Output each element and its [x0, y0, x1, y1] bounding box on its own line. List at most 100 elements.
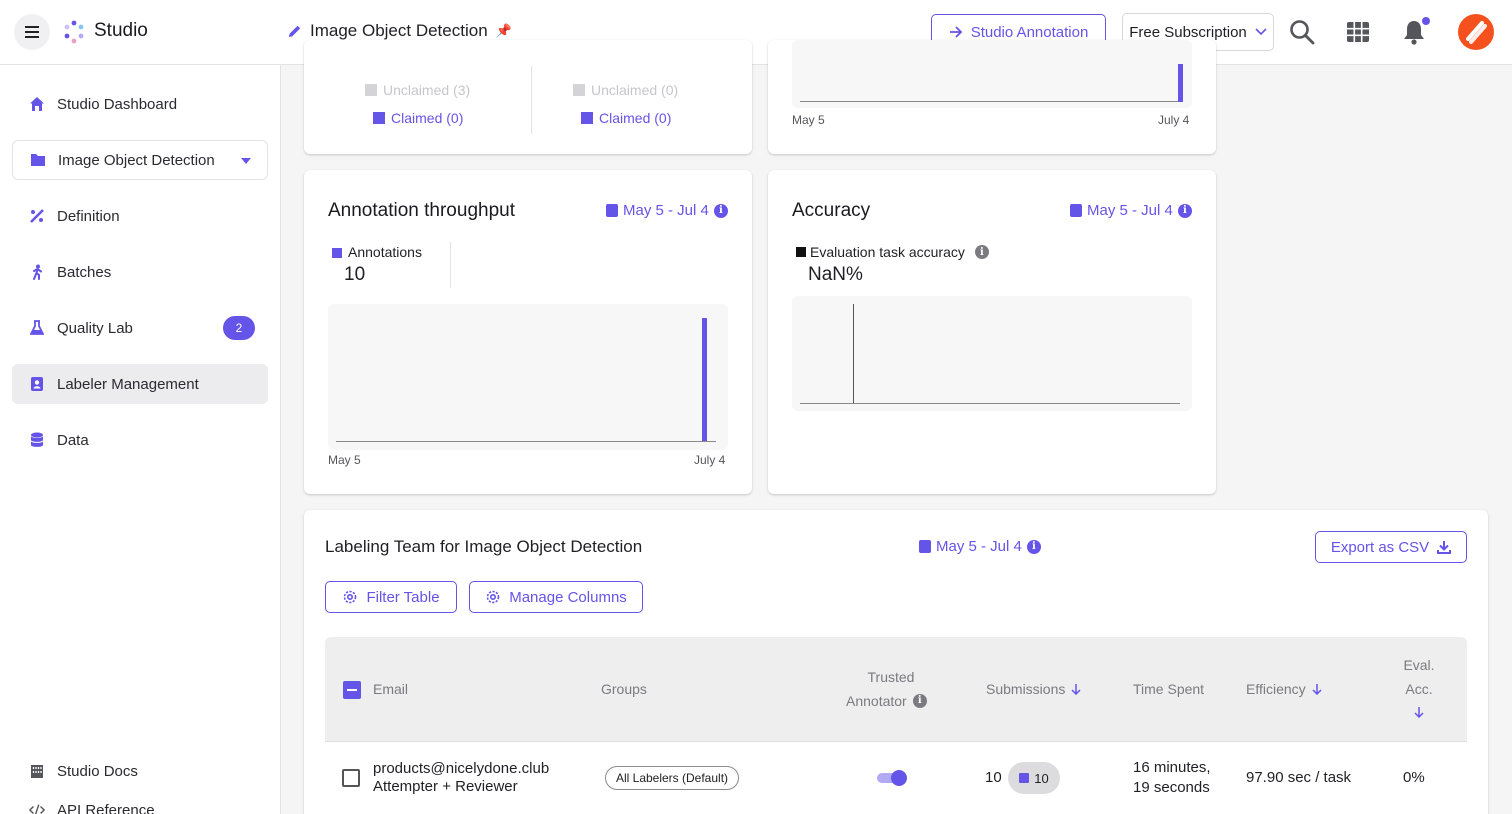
pencil-icon — [289, 25, 301, 37]
user-avatar[interactable] — [1458, 14, 1494, 50]
sidebar-item-label: Image Object Detection — [58, 151, 215, 169]
eval-header-line-2: Acc. — [1405, 681, 1433, 697]
filter-table-label: Filter Table — [366, 588, 440, 606]
sort-down-icon — [1071, 684, 1081, 695]
trusted-header-text: Annotator — [846, 693, 907, 709]
sidebar-item-labeler-management[interactable]: Labeler Management — [12, 364, 268, 404]
column-header-eval-acc[interactable]: Eval. Acc. — [1400, 653, 1438, 718]
apps-grid-icon[interactable] — [1344, 18, 1372, 46]
date-range-chip[interactable]: May 5 - Jul 4 i — [1070, 202, 1192, 219]
column-header-email[interactable]: Email — [373, 677, 408, 701]
quality-lab-count-badge: 2 — [223, 316, 255, 340]
notification-dot — [1422, 17, 1430, 25]
info-icon[interactable]: i — [1026, 539, 1041, 554]
info-icon[interactable]: i — [1177, 203, 1192, 218]
x-axis-line — [800, 101, 1180, 102]
app-name: Studio — [94, 20, 148, 41]
sidebar-item-studio-dashboard[interactable]: Studio Dashboard — [12, 84, 268, 124]
project-title[interactable]: Image Object Detection 📌 — [288, 21, 512, 41]
submissions-pill-value: 10 — [1034, 770, 1049, 786]
pin-icon[interactable]: 📌 — [496, 23, 512, 39]
chevron-down-icon — [1255, 28, 1267, 36]
x-axis-end-label: July 4 — [1158, 113, 1190, 127]
sidebar-item-data[interactable]: Data — [12, 420, 268, 460]
manage-columns-label: Manage Columns — [509, 588, 627, 606]
sidebar-item-api-reference[interactable]: API Reference — [12, 790, 268, 814]
gear-icon — [486, 590, 500, 604]
annotations-legend: Annotations — [332, 244, 422, 260]
claimed-label: Claimed (0) — [599, 110, 672, 126]
sidebar-item-quality-lab[interactable]: Quality Lab 2 — [12, 308, 268, 348]
unclaimed-label: Unclaimed (0) — [591, 82, 679, 98]
team-date-range-chip[interactable]: May 5 - Jul 4 i — [919, 538, 1041, 555]
menu-icon — [25, 31, 39, 33]
home-icon — [29, 96, 45, 112]
subscription-label: Free Subscription — [1129, 23, 1247, 41]
info-icon[interactable]: i — [912, 694, 927, 708]
gear-icon — [344, 590, 357, 604]
x-axis-line — [800, 403, 1180, 404]
studio-logo-icon — [64, 20, 84, 44]
sidebar-item-studio-docs[interactable]: Studio Docs — [12, 751, 268, 791]
labeler-role: Attempter + Reviewer — [373, 778, 518, 795]
efficiency-value: 97.90 sec / task — [1246, 769, 1352, 786]
eval-header-line-1: Eval. — [1403, 657, 1435, 673]
column-header-efficiency[interactable]: Efficiency — [1246, 677, 1322, 701]
accuracy-value: NaN% — [808, 264, 863, 285]
chart-bar — [1178, 64, 1183, 102]
date-range-chip[interactable]: May 5 - Jul 4 i — [606, 202, 728, 219]
date-range-label: May 5 - Jul 4 — [1087, 202, 1173, 219]
labeler-email-link[interactable]: products@nicelydone.club — [373, 760, 549, 777]
sidebar-item-label: Studio Dashboard — [57, 95, 178, 113]
submissions-swatch — [1019, 773, 1030, 783]
hamburger-menu-button[interactable] — [14, 14, 50, 50]
accuracy-swatch — [796, 247, 806, 257]
sidebar-item-label: Data — [57, 431, 89, 449]
unclaimed-swatch — [365, 84, 377, 96]
x-axis-start-label: May 5 — [328, 453, 361, 467]
caret-down-icon — [241, 158, 251, 164]
sort-down-icon — [1414, 707, 1424, 718]
sidebar-item-label: Labeler Management — [57, 375, 199, 393]
x-axis-start-label: May 5 — [792, 113, 825, 127]
database-icon — [29, 432, 45, 448]
sidebar-item-batches[interactable]: Batches — [12, 252, 268, 292]
sidebar-item-definition[interactable]: Definition — [12, 196, 268, 236]
column-header-time-spent[interactable]: Time Spent — [1133, 677, 1204, 701]
filter-table-button[interactable]: Filter Table — [325, 581, 457, 613]
trusted-annotator-toggle[interactable] — [877, 769, 907, 786]
column-header-submissions[interactable]: Submissions — [986, 677, 1081, 701]
group-pill[interactable]: All Labelers (Default) — [605, 766, 739, 790]
manage-columns-button[interactable]: Manage Columns — [469, 581, 643, 613]
sidebar-item-project-select[interactable]: Image Object Detection — [12, 140, 268, 180]
runner-icon — [29, 264, 45, 280]
claimed-legend-1: Claimed (0) — [373, 110, 463, 126]
column-header-groups[interactable]: Groups — [601, 677, 647, 701]
accuracy-plot-area — [792, 296, 1192, 411]
toggle-knob — [891, 770, 907, 786]
x-axis-line — [336, 441, 716, 442]
unclaimed-legend-1: Unclaimed (3) — [365, 82, 470, 98]
export-csv-label: Export as CSV — [1330, 538, 1430, 556]
export-csv-button[interactable]: Export as CSV — [1315, 531, 1467, 563]
select-all-checkbox[interactable] — [343, 681, 361, 699]
date-range-label: May 5 - Jul 4 — [623, 202, 709, 219]
search-icon[interactable] — [1288, 18, 1316, 46]
unclaimed-legend-2: Unclaimed (0) — [573, 82, 678, 98]
column-header-trusted-annotator[interactable]: Trusted Annotator i — [846, 665, 936, 713]
claimed-label: Claimed (0) — [391, 110, 464, 126]
info-icon[interactable]: i — [974, 245, 989, 259]
time-spent-line-2: 19 seconds — [1133, 779, 1210, 796]
calendar-icon — [606, 204, 618, 217]
row-checkbox[interactable] — [342, 769, 360, 787]
arrow-right-icon — [949, 26, 962, 38]
download-icon — [1437, 541, 1452, 554]
submissions-pill: 10 — [1008, 762, 1060, 794]
sidebar-item-label: Studio Docs — [57, 762, 138, 780]
submissions-count: 10 — [985, 769, 1002, 786]
throughput-bar — [702, 318, 707, 441]
legend-divider — [450, 242, 451, 288]
trusted-header-line-1: Trusted — [867, 669, 915, 685]
info-icon[interactable]: i — [713, 203, 728, 218]
annotations-total: 10 — [344, 264, 366, 285]
